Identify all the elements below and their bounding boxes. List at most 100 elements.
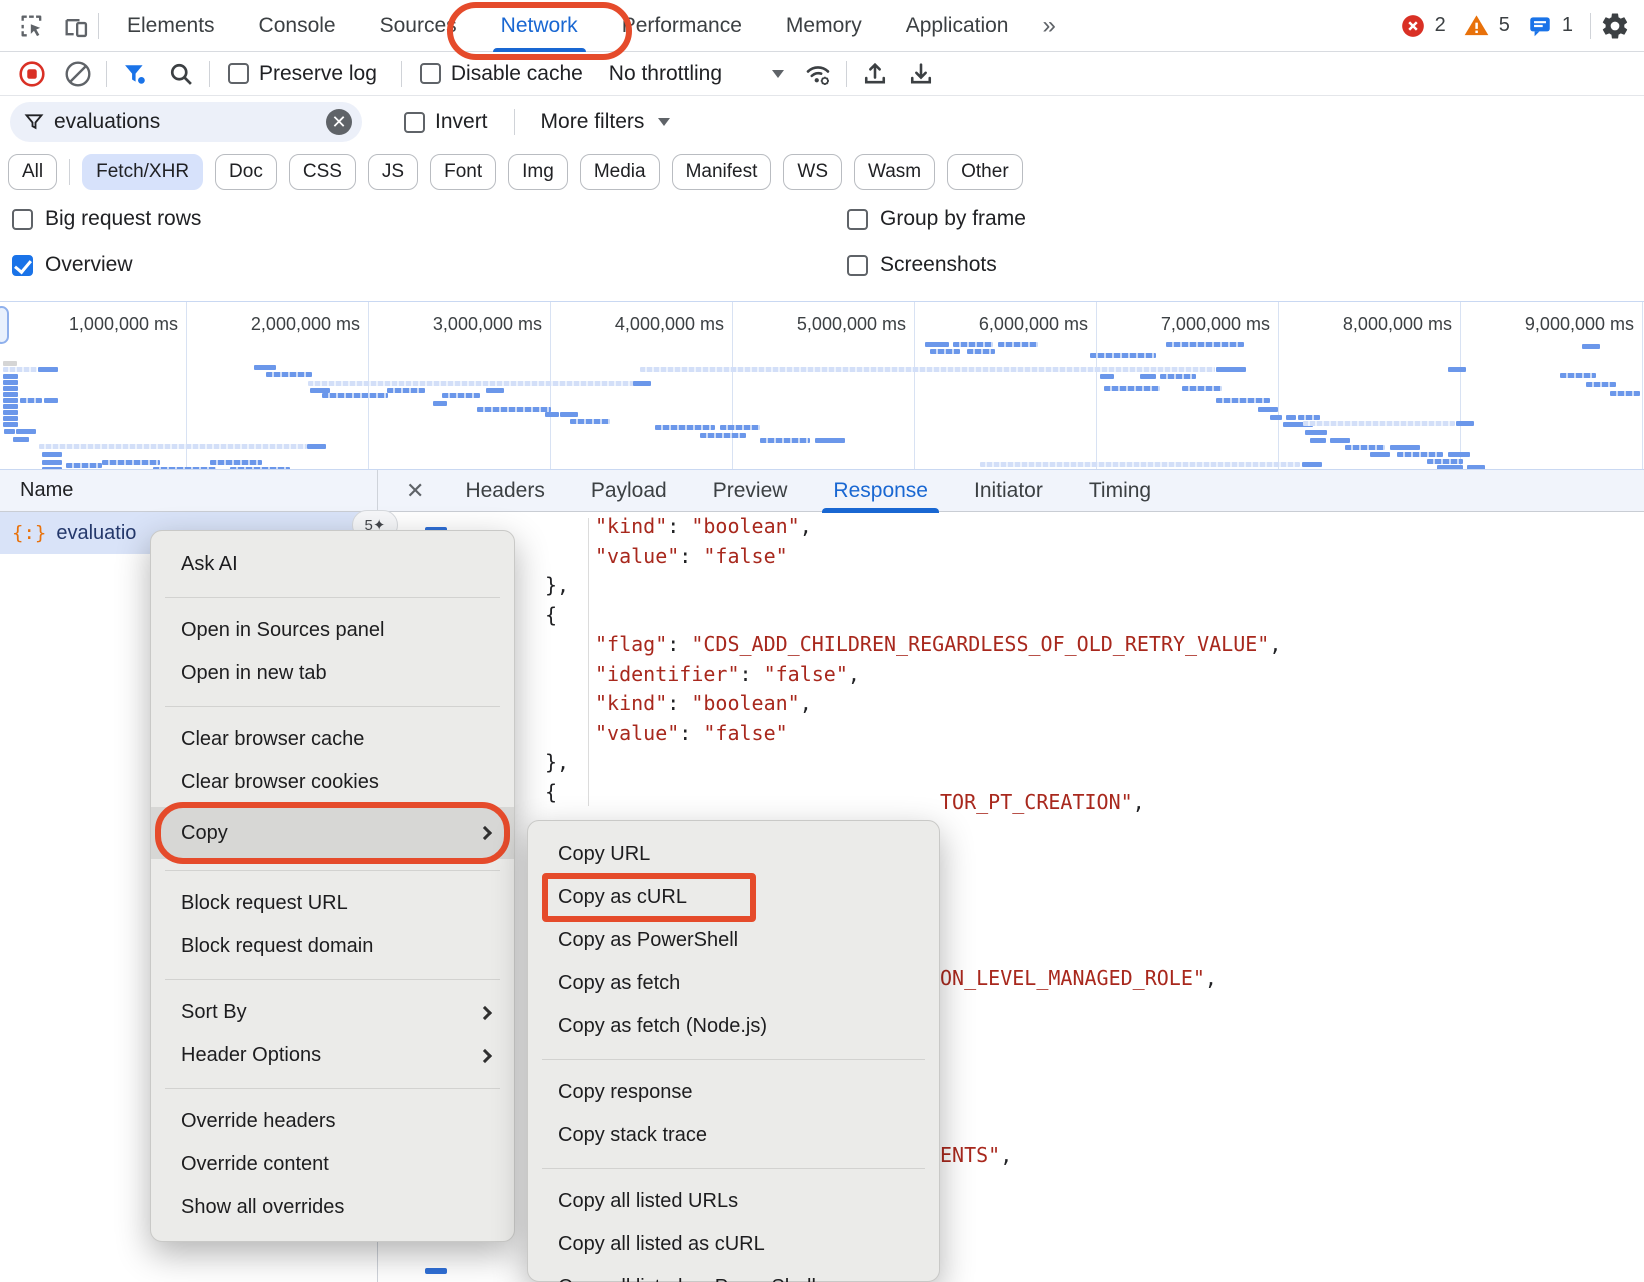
checkbox[interactable] [420, 63, 441, 84]
filter-chip-js[interactable]: JS [368, 154, 418, 190]
menu-item-override-headers[interactable]: Override headers [151, 1100, 514, 1143]
menu-item-copy-all-listed-urls[interactable]: Copy all listed URLs [528, 1180, 939, 1223]
waterfall-bar [1370, 452, 1390, 457]
details-tab-initiator[interactable]: Initiator [951, 470, 1066, 512]
import-har-icon[interactable] [857, 56, 893, 92]
more-filters-dropdown[interactable]: More filters [541, 110, 671, 134]
menu-item-label: Copy all listed as cURL [558, 1233, 919, 1256]
checkbox-checked[interactable] [12, 255, 33, 276]
filter-chip-media[interactable]: Media [580, 154, 660, 190]
tab-sources[interactable]: Sources [358, 0, 479, 52]
menu-item-copy-as-curl[interactable]: Copy as cURL [528, 876, 939, 919]
code-token: : [667, 632, 691, 656]
menu-item-copy-all-listed-as-powershell[interactable]: Copy all listed as PowerShell [528, 1266, 939, 1282]
tab-elements[interactable]: Elements [105, 0, 237, 52]
disable-cache-checkbox[interactable]: Disable cache [420, 62, 583, 86]
menu-item-header-options[interactable]: Header Options [151, 1034, 514, 1077]
filter-chip-font[interactable]: Font [430, 154, 496, 190]
menu-item-copy-all-listed-as-curl[interactable]: Copy all listed as cURL [528, 1223, 939, 1266]
menu-item-copy[interactable]: Copy [151, 807, 514, 859]
waterfall-bar [3, 410, 18, 415]
record-network-log-icon[interactable] [14, 56, 50, 92]
filter-chip-css[interactable]: CSS [289, 154, 356, 190]
checkbox[interactable] [228, 63, 249, 84]
waterfall-bar [266, 372, 312, 377]
name-column-header[interactable]: Name [0, 479, 73, 502]
details-tab-payload[interactable]: Payload [568, 470, 690, 512]
clear-filter-icon[interactable]: ✕ [326, 109, 352, 135]
invert-checkbox[interactable]: Invert [404, 110, 488, 134]
inspect-element-icon[interactable] [10, 4, 54, 48]
warning-icon[interactable] [1463, 12, 1490, 39]
waterfall-bar [998, 342, 1038, 347]
menu-item-show-all-overrides[interactable]: Show all overrides [151, 1186, 514, 1229]
search-icon[interactable] [163, 56, 199, 92]
menu-item-block-request-url[interactable]: Block request URL [151, 882, 514, 925]
export-har-icon[interactable] [903, 56, 939, 92]
filter-chip-ws[interactable]: WS [783, 154, 842, 190]
details-tab-timing[interactable]: Timing [1066, 470, 1174, 512]
close-details-icon[interactable]: ✕ [378, 478, 442, 504]
filter-chip-other[interactable]: Other [947, 154, 1023, 190]
filter-chip-all[interactable]: All [8, 154, 57, 190]
menu-item-copy-as-fetch[interactable]: Copy as fetch [528, 962, 939, 1005]
filter-value: evaluations [54, 110, 326, 134]
filter-chip-doc[interactable]: Doc [215, 154, 277, 190]
settings-gear-icon[interactable] [1600, 11, 1630, 41]
more-panels-icon[interactable]: » [1030, 12, 1065, 40]
filter-input[interactable]: evaluations ✕ [10, 102, 362, 142]
overview-checkbox[interactable]: Overview [12, 253, 782, 277]
tab-performance[interactable]: Performance [600, 0, 764, 52]
menu-item-sort-by[interactable]: Sort By [151, 991, 514, 1034]
checkbox[interactable] [404, 112, 425, 133]
big-request-rows-checkbox[interactable]: Big request rows [12, 207, 782, 231]
tab-memory[interactable]: Memory [764, 0, 884, 52]
menu-item-label: Header Options [181, 1044, 480, 1067]
filter-chip-fetch-xhr[interactable]: Fetch/XHR [82, 154, 203, 190]
menu-item-copy-response[interactable]: Copy response [528, 1071, 939, 1114]
menu-item-label: Override content [181, 1153, 494, 1176]
fold-marker[interactable] [425, 1268, 447, 1274]
waterfall-bar [1345, 445, 1385, 450]
preserve-log-checkbox[interactable]: Preserve log [228, 62, 377, 86]
code-token: "boolean" [691, 514, 799, 538]
network-overview-timeline[interactable]: 1,000,000 ms2,000,000 ms3,000,000 ms4,00… [0, 301, 1644, 470]
filter-icon[interactable] [117, 56, 153, 92]
filter-chip-manifest[interactable]: Manifest [672, 154, 772, 190]
menu-item-copy-as-powershell[interactable]: Copy as PowerShell [528, 919, 939, 962]
checkbox[interactable] [847, 209, 868, 230]
messages-icon[interactable] [1527, 13, 1553, 39]
menu-item-copy-stack-trace[interactable]: Copy stack trace [528, 1114, 939, 1157]
menu-item-open-in-sources-panel[interactable]: Open in Sources panel [151, 609, 514, 652]
waterfall-bar [545, 412, 559, 417]
tab-network[interactable]: Network [479, 0, 600, 52]
filter-chip-img[interactable]: Img [508, 154, 568, 190]
details-tab-preview[interactable]: Preview [690, 470, 811, 512]
throttling-dropdown[interactable]: No throttling [609, 62, 784, 86]
checkbox[interactable] [847, 255, 868, 276]
menu-item-override-content[interactable]: Override content [151, 1143, 514, 1186]
checkbox[interactable] [12, 209, 33, 230]
details-tab-headers[interactable]: Headers [442, 470, 567, 512]
menu-item-open-in-new-tab[interactable]: Open in new tab [151, 652, 514, 695]
menu-item-copy-as-fetch-node-js[interactable]: Copy as fetch (Node.js) [528, 1005, 939, 1048]
network-conditions-icon[interactable] [800, 56, 836, 92]
chevron-down-icon [772, 70, 784, 78]
group-by-frame-checkbox[interactable]: Group by frame [847, 207, 1026, 231]
tab-application[interactable]: Application [884, 0, 1031, 52]
menu-item-block-request-domain[interactable]: Block request domain [151, 925, 514, 968]
tab-console[interactable]: Console [237, 0, 358, 52]
code-token: "kind" [595, 691, 667, 715]
code-token: : [740, 662, 764, 686]
menu-separator [542, 1168, 925, 1169]
screenshots-checkbox[interactable]: Screenshots [847, 253, 997, 277]
menu-item-ask-ai[interactable]: Ask AI [151, 543, 514, 586]
error-icon[interactable] [1400, 13, 1426, 39]
clear-network-log-icon[interactable] [60, 56, 96, 92]
filter-chip-wasm[interactable]: Wasm [854, 154, 935, 190]
device-toolbar-icon[interactable] [54, 4, 98, 48]
menu-item-clear-browser-cookies[interactable]: Clear browser cookies [151, 761, 514, 804]
details-tab-response[interactable]: Response [810, 470, 951, 512]
menu-item-copy-url[interactable]: Copy URL [528, 833, 939, 876]
menu-item-clear-browser-cache[interactable]: Clear browser cache [151, 718, 514, 761]
